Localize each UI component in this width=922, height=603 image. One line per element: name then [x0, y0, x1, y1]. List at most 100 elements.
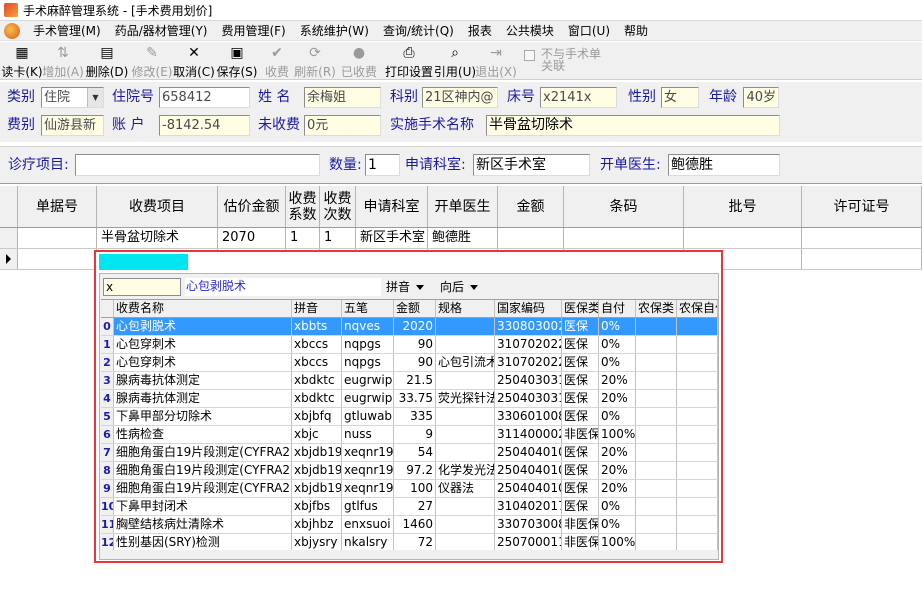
lookup-cell-spec[interactable] — [436, 372, 495, 389]
lookup-cell-amount[interactable]: 9 — [394, 426, 436, 443]
chevron-down-icon[interactable] — [470, 285, 479, 290]
lookup-col-spec[interactable]: 规格 — [436, 300, 495, 317]
lookup-cell-pinyin[interactable]: xbccs — [292, 336, 342, 353]
lookup-cell-spec[interactable] — [436, 534, 495, 550]
apply-dept-input[interactable]: 新区手术室 — [473, 154, 590, 176]
lookup-cell-self-pay[interactable]: 20% — [599, 372, 636, 389]
lookup-cell-rural-self-pay[interactable] — [677, 426, 718, 443]
lookup-cell-self-pay[interactable]: 20% — [599, 444, 636, 461]
dept-field[interactable]: 21区神内@ — [422, 87, 498, 108]
lookup-cell-national-code[interactable]: 310702022 — [495, 336, 562, 353]
lookup-cell-rural-self-pay[interactable] — [677, 462, 718, 479]
active-cell-highlight[interactable] — [99, 254, 188, 270]
lookup-cell-wubi[interactable]: nqpgs — [342, 354, 394, 371]
lookup-cell-national-code[interactable]: 310702022 — [495, 354, 562, 371]
grid-cell-fee-ratio[interactable]: 1 — [286, 228, 320, 248]
lookup-cell-rural-self-pay[interactable] — [677, 390, 718, 407]
name-field[interactable]: 余梅姐 — [304, 87, 381, 108]
lookup-cell-rural-self-pay[interactable] — [677, 516, 718, 533]
bed-field[interactable]: x2141x — [540, 87, 617, 108]
lookup-cell-rural-type[interactable] — [636, 372, 677, 389]
lookup-cell-wubi[interactable]: nuss — [342, 426, 394, 443]
grid-cell-fee-count[interactable]: 1 — [320, 228, 356, 248]
lookup-cell-pinyin[interactable]: xbjdb19 — [292, 480, 342, 497]
col-header-fee-ratio[interactable]: 收费系数 — [286, 186, 320, 227]
lookup-cell-rural-self-pay[interactable] — [677, 318, 718, 335]
quantity-input[interactable]: 1 — [365, 154, 400, 176]
printer-button[interactable]: ⎙ 打印设置 — [384, 42, 434, 80]
lookup-cell-rural-type[interactable] — [636, 444, 677, 461]
lookup-cell-pinyin[interactable]: xbjfbs — [292, 498, 342, 515]
row-indicator[interactable] — [0, 228, 18, 248]
lookup-col-wubi[interactable]: 五笔 — [342, 300, 394, 317]
lookup-cell-fee-name[interactable]: 心包穿刺术 — [114, 354, 292, 371]
lookup-cell-fee-name[interactable]: 下鼻甲封闭术 — [114, 498, 292, 515]
menu-system[interactable]: 系统维护(W) — [293, 21, 376, 41]
list-item[interactable]: 8细胞角蛋白19片段测定(CYFRA21-1)xbjdb19xeqnr1997.… — [101, 462, 718, 480]
add-button[interactable]: ⇅ 增加(A) — [42, 42, 84, 80]
lookup-cell-national-code[interactable]: 330803002 — [495, 318, 562, 335]
lookup-cell-rural-self-pay[interactable] — [677, 480, 718, 497]
col-header-est-amount[interactable]: 估价金额 — [218, 186, 286, 227]
gender-field[interactable]: 女 — [661, 87, 699, 108]
lookup-cell-insurance-type[interactable]: 非医保 — [562, 534, 599, 550]
lookup-cell-fee-name[interactable]: 性病检查 — [114, 426, 292, 443]
diagnosis-item-input[interactable] — [75, 154, 320, 176]
lookup-cell-rural-type[interactable] — [636, 426, 677, 443]
lookup-cell-self-pay[interactable]: 20% — [599, 480, 636, 497]
menu-common[interactable]: 公共模块 — [499, 21, 561, 41]
lookup-cell-insurance-type[interactable]: 非医保 — [562, 426, 599, 443]
grid-cell-fee-item[interactable]: 半骨盆切除术 — [97, 228, 218, 248]
cancel-button[interactable]: ✕ 取消(C) — [172, 42, 216, 80]
row-indicator[interactable] — [0, 249, 18, 269]
lookup-cell-national-code[interactable]: 311400002 — [495, 426, 562, 443]
lookup-cell-amount[interactable]: 335 — [394, 408, 436, 425]
lookup-cell-wubi[interactable]: xeqnr19 — [342, 462, 394, 479]
lookup-cell-spec[interactable] — [436, 426, 495, 443]
grid-cell-doc-no[interactable] — [18, 228, 97, 248]
menu-query[interactable]: 查询/统计(Q) — [376, 21, 461, 41]
lookup-cell-spec[interactable] — [436, 408, 495, 425]
lookup-cell-insurance-type[interactable]: 医保 — [562, 480, 599, 497]
lookup-cell-national-code[interactable]: 250700011 — [495, 534, 562, 550]
lookup-cell-national-code[interactable]: 250403031 — [495, 372, 562, 389]
lookup-cell-wubi[interactable]: xeqnr19 — [342, 444, 394, 461]
lookup-cell-insurance-type[interactable]: 医保 — [562, 444, 599, 461]
lookup-cell-amount[interactable]: 90 — [394, 336, 436, 353]
lookup-cell-national-code[interactable]: 330703008 — [495, 516, 562, 533]
lookup-cell-self-pay[interactable]: 20% — [599, 390, 636, 407]
grid-cell-license-no[interactable] — [802, 249, 922, 269]
lookup-cell-insurance-type[interactable]: 医保 — [562, 462, 599, 479]
lookup-cell-pinyin[interactable]: xbjbfq — [292, 408, 342, 425]
lookup-cell-amount[interactable]: 54 — [394, 444, 436, 461]
lookup-cell-rural-type[interactable] — [636, 408, 677, 425]
lookup-col-rural-self-pay[interactable]: 农保自付 — [677, 300, 718, 317]
lookup-cell-rural-self-pay[interactable] — [677, 354, 718, 371]
unpaid-field[interactable]: 0元 — [304, 115, 381, 136]
lookup-cell-rural-type[interactable] — [636, 534, 677, 550]
col-header-amount[interactable]: 金额 — [498, 186, 564, 227]
category-select[interactable]: 住院 ▼ — [41, 87, 104, 108]
unlink-surgery-checkbox[interactable]: 不与手术单 关联 — [524, 42, 601, 72]
lookup-cell-insurance-type[interactable]: 医保 — [562, 498, 599, 515]
col-header-doctor[interactable]: 开单医生 — [428, 186, 498, 227]
list-item[interactable]: 10下鼻甲封闭术xbjfbsgtlfus27 310402017医保0% — [101, 498, 718, 516]
col-header-doc-no[interactable]: 单据号 — [18, 186, 97, 227]
lookup-cell-pinyin[interactable]: xbjhbz — [292, 516, 342, 533]
lookup-cell-fee-name[interactable]: 细胞角蛋白19片段测定(CYFRA21-1) — [114, 462, 292, 479]
lookup-cell-wubi[interactable]: nqves — [342, 318, 394, 335]
list-item[interactable]: 12性别基因(SRY)检测xbjysrynkalsry72 250700011非医… — [101, 534, 718, 550]
lookup-cell-wubi[interactable]: nkalsry — [342, 534, 394, 550]
account-field[interactable]: -8142.54 — [159, 115, 250, 136]
list-item[interactable]: 0 心包剥脱术 xbbts nqves 2020 330803002 医保 0% — [101, 318, 718, 336]
lookup-col-national-code[interactable]: 国家编码 — [495, 300, 562, 317]
lookup-cell-self-pay[interactable]: 100% — [599, 426, 636, 443]
lookup-cell-wubi[interactable]: gtlfus — [342, 498, 394, 515]
lookup-search-input[interactable]: x — [103, 278, 181, 296]
col-header-fee-count[interactable]: 收费次数 — [320, 186, 356, 227]
lookup-cell-insurance-type[interactable]: 医保 — [562, 372, 599, 389]
lookup-cell-amount[interactable]: 72 — [394, 534, 436, 550]
lookup-cell-rural-self-pay[interactable] — [677, 336, 718, 353]
list-item[interactable]: 2 心包穿刺术 xbccs nqpgs 90 心包引流术 310702022 医保 0% — [101, 354, 718, 372]
lookup-cell-wubi[interactable]: gtluwab — [342, 408, 394, 425]
